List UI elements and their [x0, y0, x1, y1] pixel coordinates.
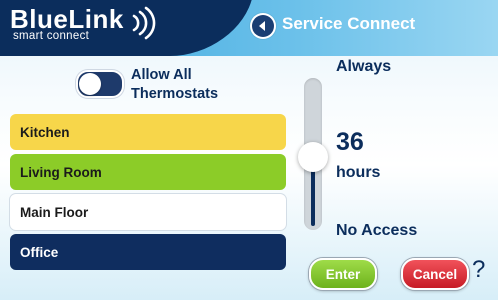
help-icon[interactable]: ?	[472, 256, 485, 284]
toggle-knob	[79, 73, 101, 95]
slider-bottom-label: No Access	[336, 222, 418, 239]
thermostat-living-room[interactable]: Living Room	[10, 154, 286, 190]
logo-sub-text: smart connect	[13, 30, 90, 42]
bluelink-logo: BlueLink smart connect	[10, 4, 160, 44]
cancel-button[interactable]: Cancel	[401, 258, 469, 290]
duration-slider-thumb[interactable]	[298, 142, 328, 172]
back-arrow-icon	[252, 15, 274, 37]
allow-all-toggle[interactable]	[76, 70, 124, 98]
back-button[interactable]	[250, 13, 276, 39]
page-title: Service Connect	[282, 14, 416, 33]
thermostat-label: Living Room	[20, 164, 102, 180]
thermostat-label: Office	[20, 244, 59, 260]
enter-button[interactable]: Enter	[309, 258, 377, 290]
thermostat-label: Kitchen	[20, 124, 70, 140]
duration-value: 36	[336, 128, 364, 156]
wireless-signal-icon	[132, 6, 156, 40]
allow-all-label: Allow All Thermostats	[131, 67, 219, 102]
thermostat-main-floor[interactable]: Main Floor	[10, 194, 286, 230]
thermostat-kitchen[interactable]: Kitchen	[10, 114, 286, 150]
duration-unit: hours	[336, 164, 381, 181]
slider-top-label: Always	[336, 58, 392, 75]
thermostat-office[interactable]: Office	[10, 234, 286, 270]
thermostat-label: Main Floor	[20, 204, 89, 220]
